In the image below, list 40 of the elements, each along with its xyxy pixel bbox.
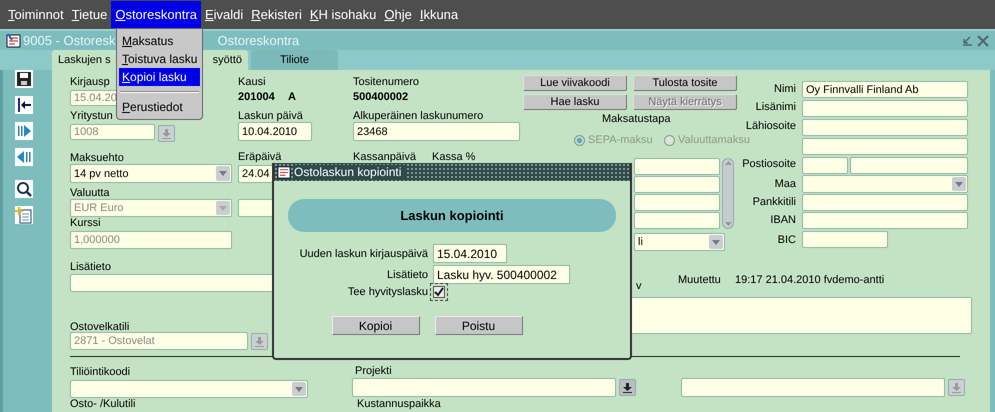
field-label: Projekti: [355, 365, 392, 377]
field-label: Eräpäivä: [238, 151, 282, 163]
field-label: Lähiosoite: [744, 120, 796, 132]
value-text: A: [288, 91, 296, 103]
field-label: Uuden laskun kirjauspäivä: [298, 248, 428, 260]
field-label: Kustannuspaikka: [357, 398, 441, 410]
field-label: BIC: [776, 234, 796, 246]
field-label: v: [636, 280, 642, 292]
modified-info: 19:17 21.04.2010 fvdemo-antti: [735, 274, 884, 286]
field-label: IBAN: [769, 214, 796, 226]
field-label: Pankkitili: [752, 196, 796, 208]
field-label: Maksatustapa: [602, 113, 670, 125]
field-label: Lisänimi: [754, 101, 796, 113]
field-label: Postiosoite: [741, 158, 796, 170]
field-label: Osto- /Kulutili: [70, 398, 136, 410]
window-title: Ostoreskontra: [218, 33, 300, 48]
window-title: 9005 - Ostoresk: [23, 33, 116, 48]
field-label: Maa: [774, 178, 796, 190]
dialog-title: Ostolaskun kopiointi: [294, 165, 408, 179]
field-label: Tiliöintikoodi: [70, 366, 130, 378]
field-label: Nimi: [773, 83, 796, 95]
field-label: Alkuperäinen laskunumero: [353, 110, 484, 122]
field-label: Valuutta: [70, 187, 110, 199]
field-label: Lisätieto: [70, 261, 111, 273]
field-label: Kurssi: [70, 217, 101, 229]
field-label: Kausi: [238, 76, 266, 88]
value-text: 201004: [238, 91, 275, 103]
field-label: Kirjausp: [70, 76, 110, 88]
field-label: Kassanpäivä: [353, 151, 416, 163]
field-label: Tositenumero: [353, 76, 420, 88]
field-label: Lisätieto: [386, 268, 428, 280]
field-label: Kassa %: [432, 151, 476, 163]
field-label: Muutettu: [678, 274, 721, 286]
checkbox-label: Tee hyvityslasku: [346, 286, 428, 298]
field-label: Maksuehto: [70, 152, 124, 164]
dialog-heading: Laskun kopiointi: [288, 199, 616, 232]
field-label: Ostovelkatili: [70, 321, 130, 333]
field-label: Laskun päivä: [238, 110, 303, 122]
field-label: Yritystun: [70, 110, 113, 122]
value-text: 500400002: [353, 91, 408, 103]
